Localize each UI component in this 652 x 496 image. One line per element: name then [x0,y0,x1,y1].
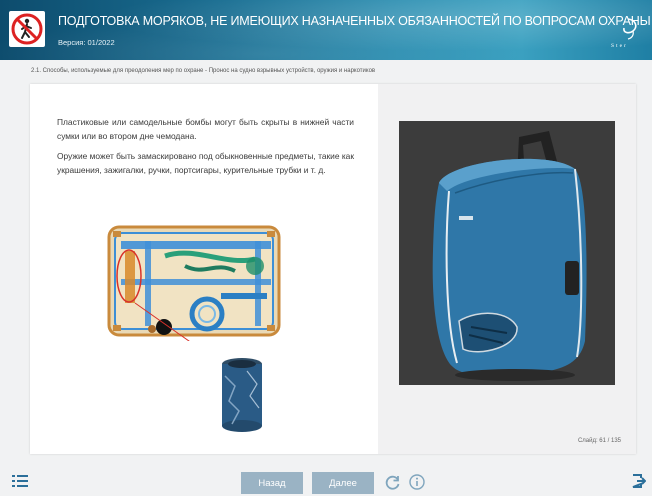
list-icon[interactable] [12,474,28,487]
course-title: ПОДГОТОВКА МОРЯКОВ, НЕ ИМЕЮЩИХ НАЗНАЧЕНН… [58,14,651,28]
reload-icon[interactable] [385,474,401,490]
svg-text:Ster: Ster [611,43,628,49]
no-person-sign-icon [9,11,45,47]
xray-suitcase-image [107,225,281,341]
right-column: Слайд: 61 / 135 [378,84,636,454]
version-label: Версия: 01/2022 [58,38,115,47]
paragraph-bombs: Пластиковые или самодельные бомбы могут … [57,117,354,141]
brand-logo-icon: Ster [606,14,644,50]
back-button[interactable]: Назад [241,472,303,494]
next-button[interactable]: Далее [312,472,374,494]
exit-icon[interactable] [632,474,647,488]
paragraph-weapons: Оружие может быть замаскировано под обык… [57,151,354,175]
slide-panel: Пластиковые или самодельные бомбы могут … [30,84,636,454]
info-icon[interactable] [409,474,425,490]
header-bar: ПОДГОТОВКА МОРЯКОВ, НЕ ИМЕЮЩИХ НАЗНАЧЕНН… [0,0,652,60]
disguised-can-image [222,358,262,432]
slide-counter: Слайд: 61 / 135 [577,438,621,444]
suitcase-photo [399,121,615,385]
breadcrumb: 2.1. Способы, используемые для преодолен… [31,68,376,74]
slide-text: Пластиковые или самодельные бомбы могут … [57,116,354,184]
left-column: Пластиковые или самодельные бомбы могут … [30,84,378,454]
